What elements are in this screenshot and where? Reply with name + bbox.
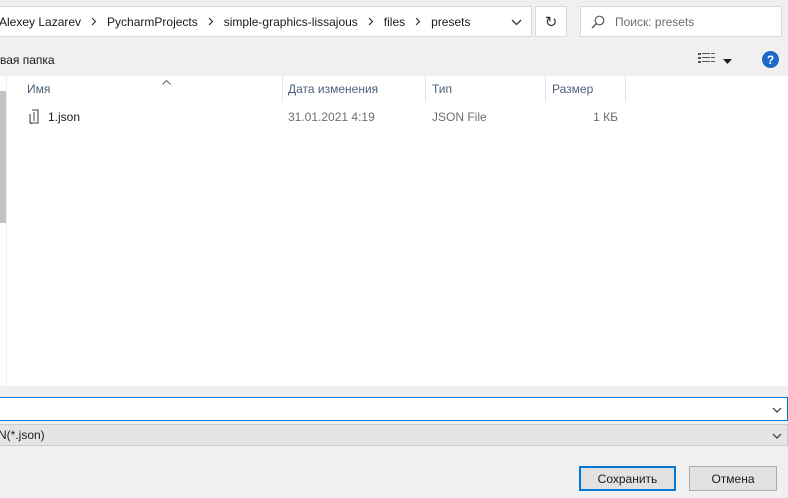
- column-divider[interactable]: [545, 76, 546, 102]
- column-header-name[interactable]: Имя: [22, 76, 282, 102]
- refresh-button[interactable]: ↻: [535, 6, 567, 37]
- file-list[interactable]: Имя Дата изменения Тип Размер 1.json 31.…: [7, 76, 788, 386]
- help-icon: ?: [766, 52, 775, 67]
- breadcrumb-item[interactable]: simple-graphics-lissajous: [222, 15, 360, 29]
- breadcrumb-item[interactable]: files: [382, 15, 407, 29]
- file-date: 31.01.2021 4:19: [288, 110, 375, 124]
- chevron-right-icon[interactable]: [83, 17, 105, 26]
- chevron-right-icon[interactable]: [360, 17, 382, 26]
- breadcrumb: Alexey Lazarev PycharmProjects simple-gr…: [0, 7, 501, 36]
- search-icon: [581, 15, 615, 29]
- address-history-dropdown[interactable]: [501, 7, 531, 36]
- search-input[interactable]: Поиск: presets: [615, 15, 694, 29]
- navigation-scrollbar-thumb[interactable]: [0, 91, 6, 223]
- cancel-button[interactable]: Отмена: [689, 466, 777, 491]
- column-header-date[interactable]: Дата изменения: [283, 76, 425, 102]
- toolbar: вая папка ?: [0, 45, 788, 75]
- help-button[interactable]: ?: [762, 51, 779, 68]
- file-type-value: N(*.json): [0, 428, 45, 442]
- search-box[interactable]: Поиск: presets: [580, 6, 782, 37]
- view-list-icon: [698, 52, 715, 68]
- breadcrumb-item[interactable]: presets: [429, 15, 472, 29]
- column-divider[interactable]: [425, 76, 426, 102]
- file-name-dropdown[interactable]: [769, 398, 785, 420]
- column-header-name-label: Имя: [27, 82, 51, 96]
- new-folder-button[interactable]: вая папка: [0, 53, 55, 67]
- column-header-date-label: Дата изменения: [288, 82, 379, 96]
- file-name-field[interactable]: [0, 397, 788, 421]
- chevron-right-icon[interactable]: [407, 17, 429, 26]
- column-header-type-label: Тип: [432, 82, 453, 96]
- file-size: 1 КБ: [593, 110, 618, 124]
- column-header-type[interactable]: Тип: [427, 76, 545, 102]
- file-name[interactable]: 1.json: [48, 106, 80, 128]
- chevron-right-icon[interactable]: [200, 17, 222, 26]
- file-type: JSON File: [432, 110, 487, 124]
- column-headers: Имя Дата изменения Тип Размер: [7, 76, 788, 102]
- view-options-button[interactable]: [698, 52, 732, 68]
- refresh-icon: ↻: [544, 13, 558, 31]
- navigation-pane[interactable]: [0, 76, 6, 386]
- json-file-icon: [28, 106, 42, 128]
- file-type-dropdown[interactable]: [769, 425, 785, 445]
- chevron-down-icon: [511, 15, 522, 29]
- chevron-down-icon: [772, 428, 782, 442]
- chevron-down-icon: [772, 402, 782, 416]
- address-bar[interactable]: Alexey Lazarev PycharmProjects simple-gr…: [0, 6, 532, 37]
- file-type-select[interactable]: N(*.json): [0, 424, 788, 446]
- save-button[interactable]: Сохранить: [579, 466, 676, 491]
- file-row[interactable]: 1.json 31.01.2021 4:19 JSON File 1 КБ: [7, 106, 788, 128]
- breadcrumb-item[interactable]: PycharmProjects: [105, 15, 200, 29]
- column-header-size[interactable]: Размер: [547, 76, 625, 102]
- breadcrumb-item[interactable]: Alexey Lazarev: [0, 15, 83, 29]
- column-divider[interactable]: [625, 76, 626, 102]
- caret-down-icon: [723, 53, 732, 67]
- column-header-size-label: Размер: [552, 82, 594, 96]
- sort-ascending-icon: [162, 74, 171, 88]
